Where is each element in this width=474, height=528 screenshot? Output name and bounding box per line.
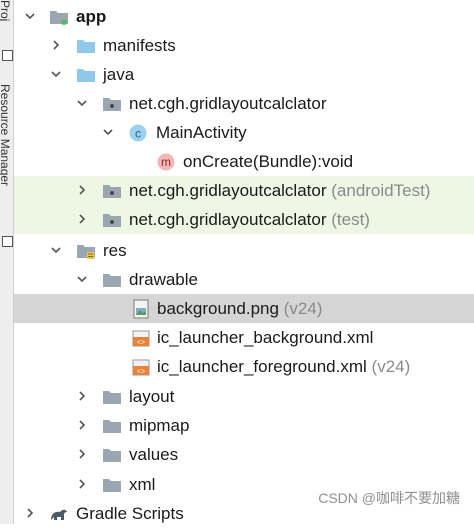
tree-row-mainactivity[interactable]: c MainActivity: [14, 118, 474, 147]
project-tree: app manifests java net.cgh.gridlayoutcal…: [14, 0, 474, 524]
xml-file-icon: <>: [131, 328, 151, 348]
tree-row-package-androidtest[interactable]: net.cgh.gridlayoutcalclator (androidTest…: [14, 176, 474, 205]
tree-row-package-test[interactable]: net.cgh.gridlayoutcalclator (test): [14, 205, 474, 234]
tree-label-group: net.cgh.gridlayoutcalclator (androidTest…: [129, 180, 430, 201]
chevron-right-icon[interactable]: [76, 184, 88, 196]
tree-label: res: [103, 241, 127, 260]
module-folder-icon: [49, 7, 69, 27]
chevron-right-icon[interactable]: [76, 390, 88, 402]
package-icon: [102, 94, 122, 114]
project-tab-label: Proj: [0, 0, 12, 22]
tree-label-group: ic_launcher_foreground.xml (v24): [157, 356, 410, 377]
folder-icon: [102, 416, 122, 436]
method-icon: m: [156, 152, 176, 172]
chevron-down-icon[interactable]: [76, 273, 88, 285]
resource-manager-bottom-icon: [2, 236, 13, 247]
package-icon: [102, 210, 122, 230]
tree-label: layout: [129, 387, 175, 406]
tree-label-group: net.cgh.gridlayoutcalclator (test): [129, 209, 370, 230]
tool-window-strip: Proj Resource Manager: [0, 0, 14, 524]
class-icon: c: [128, 123, 148, 143]
svg-text:<>: <>: [137, 369, 145, 377]
tree-label: onCreate(Bundle):void: [183, 152, 354, 171]
tree-row-java[interactable]: java: [14, 60, 474, 89]
watermark: CSDN @咖啡不要加糖: [318, 490, 460, 506]
tree-label: background.png: [157, 299, 279, 318]
tree-label: net.cgh.gridlayoutcalclator: [129, 210, 327, 229]
tree-row-package-main[interactable]: net.cgh.gridlayoutcalclator: [14, 89, 474, 118]
chevron-right-icon[interactable]: [24, 507, 36, 519]
tree-row-manifests[interactable]: manifests: [14, 31, 474, 60]
folder-icon: [102, 445, 122, 465]
chevron-down-icon[interactable]: [76, 97, 88, 109]
tree-suffix: (test): [331, 210, 370, 229]
tree-suffix: (v24): [371, 357, 411, 376]
resource-manager-tab-label: Resource Manager: [0, 84, 12, 187]
folder-icon: [102, 475, 122, 495]
tree-label: java: [103, 65, 135, 84]
tree-label: net.cgh.gridlayoutcalclator: [129, 94, 327, 113]
folder-icon: [102, 270, 122, 290]
package-icon: [102, 181, 122, 201]
tree-label: values: [129, 445, 179, 464]
tree-row-mipmap[interactable]: mipmap: [14, 411, 474, 440]
tree-label: app: [76, 7, 107, 26]
tree-label: manifests: [103, 36, 176, 55]
chevron-right-icon[interactable]: [76, 213, 88, 225]
tree-suffix: (androidTest): [331, 181, 431, 200]
tree-row-oncreate[interactable]: m onCreate(Bundle):void: [14, 147, 474, 176]
tree-row-drawable[interactable]: drawable: [14, 265, 474, 294]
res-folder-icon: [76, 241, 96, 261]
chevron-right-icon[interactable]: [76, 448, 88, 460]
chevron-right-icon[interactable]: [76, 478, 88, 490]
tree-suffix: (v24): [283, 299, 323, 318]
chevron-down-icon[interactable]: [102, 126, 114, 138]
image-file-icon: [131, 299, 151, 319]
tree-label: mipmap: [129, 416, 190, 435]
folder-icon: [76, 36, 96, 56]
chevron-right-icon[interactable]: [76, 419, 88, 431]
tree-label: ic_launcher_foreground.xml: [157, 357, 367, 376]
tree-label: ic_launcher_background.xml: [157, 328, 374, 347]
tree-label: drawable: [129, 270, 198, 289]
tree-row-res[interactable]: res: [14, 236, 474, 265]
svg-text:m: m: [161, 155, 171, 169]
chevron-down-icon[interactable]: [50, 244, 62, 256]
tree-row-ic-launcher-foreground[interactable]: <> ic_launcher_foreground.xml (v24): [14, 352, 474, 381]
tree-label-group: background.png (v24): [157, 298, 322, 319]
project-tab[interactable]: Proj: [0, 0, 13, 40]
resource-manager-tab[interactable]: Resource Manager: [0, 84, 13, 254]
svg-text:<>: <>: [137, 340, 145, 348]
tree-label: Gradle Scripts: [76, 504, 184, 523]
chevron-right-icon[interactable]: [50, 39, 62, 51]
folder-icon: [102, 387, 122, 407]
chevron-down-icon[interactable]: [50, 68, 62, 80]
xml-file-icon: <>: [131, 357, 151, 377]
tree-row-layout[interactable]: layout: [14, 382, 474, 411]
tree-row-app[interactable]: app: [14, 2, 474, 31]
resource-manager-icon: [2, 50, 13, 61]
chevron-down-icon[interactable]: [24, 10, 36, 22]
tree-label: MainActivity: [156, 123, 247, 142]
tree-row-ic-launcher-background[interactable]: <> ic_launcher_background.xml: [14, 323, 474, 352]
folder-icon: [76, 65, 96, 85]
tree-label: xml: [129, 475, 156, 494]
tree-label: net.cgh.gridlayoutcalclator: [129, 181, 327, 200]
gradle-icon: [49, 504, 69, 524]
tree-row-background-png[interactable]: background.png (v24): [14, 294, 474, 323]
tree-row-values[interactable]: values: [14, 440, 474, 469]
svg-text:c: c: [135, 127, 141, 141]
